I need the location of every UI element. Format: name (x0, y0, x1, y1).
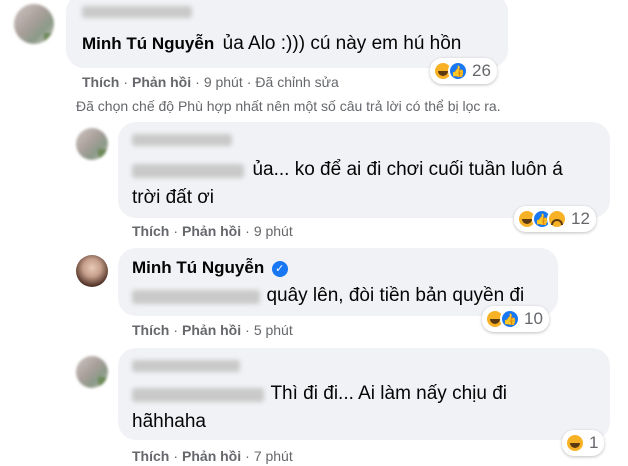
comment-text: quây lên, đòi tiền bản quyền đi (266, 285, 525, 306)
comment-bubble: Thì đi đi... Ai làm nấy chịu đi hãhhaha (118, 348, 610, 440)
separator: · (245, 322, 250, 338)
timestamp[interactable]: 9 phút (254, 223, 293, 239)
comment-text: ủa... ko để ai đi chơi cuối tuần luôn á (252, 159, 563, 180)
blurred-mention (132, 163, 244, 178)
blurred-mention (132, 387, 264, 402)
haha-icon (565, 433, 585, 453)
reply-link[interactable]: Phản hồi (182, 223, 241, 239)
like-link[interactable]: Thích (132, 322, 169, 338)
avatar[interactable] (14, 4, 54, 44)
blurred-mention (132, 289, 260, 304)
separator: · (245, 223, 250, 239)
comment-actions: Thích · Phản hồi · 9 phút · Đã chỉnh sửa (82, 74, 339, 90)
reply-link[interactable]: Phản hồi (182, 322, 241, 338)
avatar[interactable] (76, 128, 108, 160)
comment-actions: Thích · Phản hồi · 7 phút (132, 448, 293, 464)
blurred-commenter-name (132, 360, 240, 372)
reaction-count: 26 (472, 61, 491, 80)
reaction-summary[interactable]: 👍 26 (430, 58, 497, 84)
blurred-commenter-name (132, 134, 232, 146)
like-icon: 👍 (448, 61, 468, 81)
separator: · (245, 448, 250, 464)
reaction-summary[interactable]: 1 (562, 430, 605, 456)
reply-link[interactable]: Phản hồi (182, 448, 241, 464)
avatar[interactable] (76, 356, 108, 388)
timestamp[interactable]: 9 phút (204, 74, 243, 90)
blurred-commenter-name (82, 6, 192, 18)
separator: · (246, 74, 252, 90)
reply-link[interactable]: Phản hồi (132, 74, 191, 90)
filter-notice: Đã chọn chế độ Phù hợp nhất nên một số c… (76, 98, 501, 114)
reaction-count: 10 (524, 309, 543, 328)
like-link[interactable]: Thích (132, 448, 169, 464)
reaction-summary[interactable]: 👍 10 (482, 306, 549, 332)
comment-author-name[interactable]: Minh Tú Nguyễn (132, 258, 264, 277)
verified-badge-icon: ✓ (271, 260, 288, 277)
comment-author-name[interactable]: Minh Tú Nguyễn (82, 34, 214, 53)
comment-bubble: ủa... ko để ai đi chơi cuối tuần luôn á … (118, 122, 610, 218)
like-icon: 👍 (500, 309, 520, 329)
timestamp[interactable]: 7 phút (254, 448, 293, 464)
comment-text: Thì đi đi... Ai làm nấy chịu đi (270, 383, 508, 404)
comment-actions: Thích · Phản hồi · 9 phút (132, 223, 293, 239)
sad-icon (547, 209, 567, 229)
like-link[interactable]: Thích (132, 223, 169, 239)
avatar[interactable] (76, 255, 108, 287)
timestamp[interactable]: 5 phút (254, 322, 293, 338)
comment-actions: Thích · Phản hồi · 5 phút (132, 322, 293, 338)
edited-label[interactable]: Đã chỉnh sửa (255, 74, 338, 90)
reaction-count: 1 (589, 433, 599, 452)
reaction-summary[interactable]: 👍 12 (514, 206, 596, 232)
separator: · (173, 448, 179, 464)
comment-text-line: hãhhaha (132, 411, 206, 432)
comment-text: ủa Alo :))) cú này em hú hồn (222, 33, 462, 54)
comment-text-line: trời đất ơi (132, 187, 214, 208)
like-link[interactable]: Thích (82, 74, 119, 90)
reaction-count: 12 (571, 209, 590, 228)
separator: · (195, 74, 200, 90)
separator: · (173, 322, 179, 338)
separator: · (123, 74, 129, 90)
separator: · (173, 223, 179, 239)
